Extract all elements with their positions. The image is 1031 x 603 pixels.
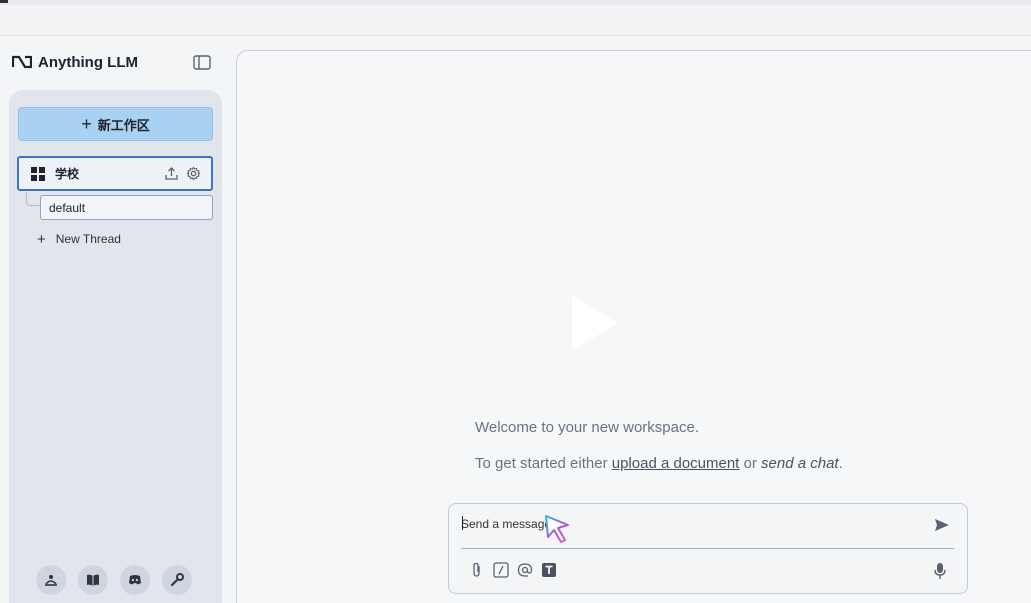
sidebar: + 新工作区 学校 default + New Thread [9,90,222,603]
plus-icon: + [81,114,92,134]
thread-item-default[interactable]: default [40,195,213,220]
docs-book-icon[interactable] [78,565,108,595]
send-chat-text: send a chat [761,455,839,472]
message-input[interactable] [461,512,921,536]
settings-wrench-icon[interactable] [162,565,192,595]
discord-icon[interactable] [120,565,150,595]
send-icon[interactable] [933,516,951,534]
plus-icon: + [37,230,46,248]
mention-at-icon[interactable] [517,562,533,578]
sidebar-footer [36,565,192,595]
welcome-text: Welcome to your new workspace. [475,419,699,436]
workspace-grid-icon [31,166,45,181]
paperclip-icon[interactable] [469,562,485,578]
get-started-text: To get started either upload a document … [475,455,843,472]
app-title: Anything LLM [38,53,138,71]
chat-panel: Welcome to your new workspace. To get st… [236,50,1031,603]
thread-label: default [49,200,86,215]
or-text: or [743,455,757,472]
text-format-icon[interactable] [541,562,557,578]
upload-icon[interactable] [164,166,179,181]
anythingllm-logo-icon [12,55,32,69]
new-thread-label: New Thread [55,232,121,246]
slash-command-icon[interactable] [493,562,509,578]
workspace-name: 学校 [55,167,80,181]
sidebar-toggle-button[interactable] [192,53,212,71]
app-logo: Anything LLM [12,50,138,74]
composer-divider [461,548,954,549]
get-started-prefix: To get started either [475,455,608,472]
period-text: . [838,455,843,472]
workspace-play-logo-icon [572,295,618,351]
message-composer [448,503,968,594]
workspace-item[interactable]: 学校 [17,156,213,191]
new-workspace-label: 新工作区 [97,117,150,133]
title-mark [0,0,8,3]
title-strip [0,0,1031,5]
new-workspace-button[interactable]: + 新工作区 [18,107,213,141]
composer-tools [469,562,557,578]
new-thread-button[interactable]: + New Thread [37,229,121,249]
window-top-bar [0,0,1031,36]
gear-icon[interactable] [186,166,201,181]
text-caret [462,516,463,530]
upload-document-link[interactable]: upload a document [612,455,740,472]
microphone-icon[interactable] [933,562,947,580]
thread-connector [26,192,40,206]
sidebar-panel-icon [193,54,211,70]
community-hub-icon[interactable] [36,565,66,595]
